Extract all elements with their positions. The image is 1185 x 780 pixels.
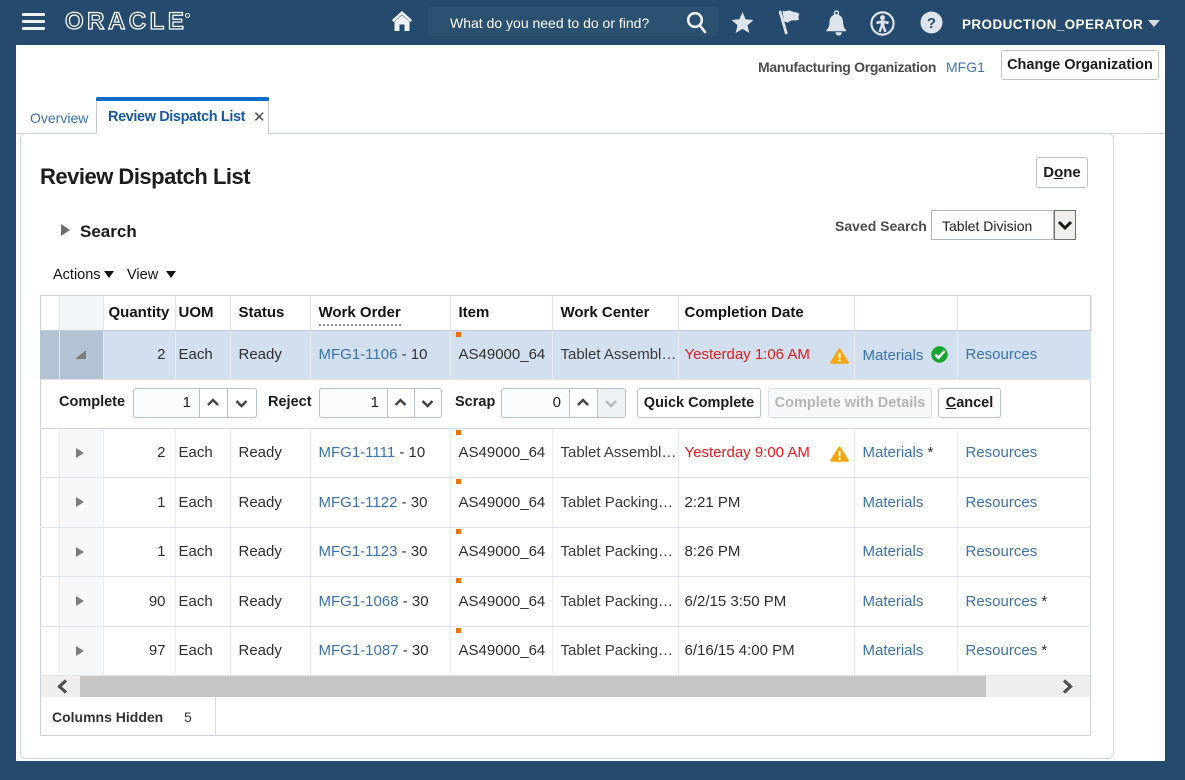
svg-text:?: ? (927, 15, 936, 32)
